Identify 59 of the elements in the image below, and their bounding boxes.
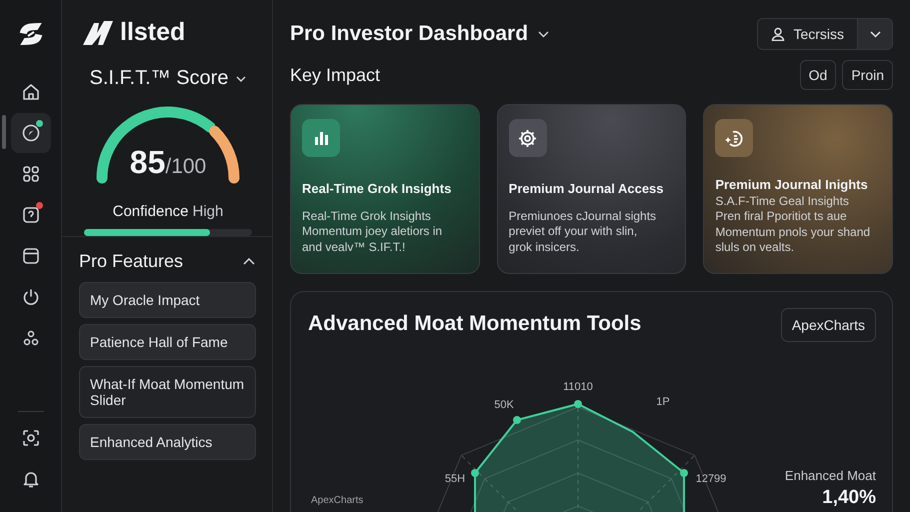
score-max: /100 (165, 155, 206, 179)
chevron-down-icon (870, 30, 880, 38)
chart-library-button[interactable]: ApexCharts (780, 308, 876, 342)
section-title: Pro Features (79, 251, 184, 272)
score-title: S.I.F.T.™ Score (90, 67, 228, 90)
user-button[interactable]: Tecrsiss (758, 19, 858, 49)
feature-item[interactable]: Patience Hall of Fame (79, 324, 256, 360)
card-text: S.A.F-Time Geal Insights Pren firal Pporitiot ts aue Momentum pnols your shand sluls on vealts. (715, 194, 872, 256)
bar-chart-icon (314, 132, 328, 144)
card-title: Real-Time Grok Insights (302, 181, 452, 196)
feature-item[interactable]: Enhanced Analytics (79, 424, 256, 460)
logo-icon (18, 22, 44, 46)
radar-point (513, 416, 521, 424)
confidence-value: High (192, 203, 224, 220)
filter-button[interactable]: Od (800, 60, 836, 90)
page-title: Pro Investor Dashboard (290, 22, 528, 46)
filter-button[interactable]: Proin (842, 60, 893, 90)
card-title: Premium Journal Access (508, 181, 665, 196)
chevron-down-icon[interactable] (538, 30, 550, 38)
section-title: Key Impact (290, 64, 380, 86)
compass-icon (22, 124, 40, 142)
chevron-down-icon (236, 76, 246, 82)
logo-icon (82, 20, 114, 46)
user-icon (771, 27, 786, 41)
axis-label: 12799 (696, 473, 726, 485)
score-value: 85 (130, 144, 166, 181)
feature-item[interactable]: What-If Moat Momentum Slider (79, 366, 256, 418)
axis-label: 55H (444, 473, 466, 485)
help-icon (22, 206, 40, 224)
archive-icon (22, 247, 40, 265)
radar-point (680, 469, 688, 477)
brand-name: llsted (120, 18, 186, 47)
radar-point (574, 400, 582, 408)
card-text: Premiunoes cJournal sights previet off your with slin, grok insicers. (508, 209, 658, 256)
dropdown-button[interactable] (858, 19, 892, 49)
radar-point (471, 469, 479, 477)
confidence-label: Confidence (112, 203, 189, 220)
axis-label: 11010 (563, 381, 593, 393)
axis-label: 50K (494, 399, 514, 411)
power-icon (22, 288, 40, 306)
card-title: Premium Journal Inights (715, 177, 869, 192)
feature-card[interactable]: Premium Journal Inights S.A.F-Time Geal Insights Pren firal Pporitiot ts aue Momentum pnols your shand sluls on vealts. (703, 104, 893, 274)
scan-icon (22, 429, 40, 447)
grid-icon (22, 165, 40, 183)
feature-card[interactable]: Real-Time Grok Insights Real-Time Grok Insights Momentum joey aletiors in and vealv™ S.IF.T.! (290, 104, 480, 274)
bell-icon (22, 470, 40, 488)
stat-label: Enhanced Moat (784, 468, 876, 483)
feature-card[interactable]: Premium Journal Access Premiunoes cJournal sights previet off your with slin, grok insicers. (496, 104, 686, 274)
chevron-up-icon[interactable] (243, 258, 255, 265)
panel-title: Advanced Moat Momentum Tools (308, 312, 642, 336)
stat-value: 1,40% (821, 487, 876, 509)
card-text: Real-Time Grok Insights Momentum joey aletiors in and vealv™ S.IF.T.! (302, 209, 444, 256)
feature-item[interactable]: My Oracle Impact (79, 282, 256, 318)
clock-sparkle-icon (724, 130, 742, 146)
gear-icon (518, 128, 538, 148)
nodes-icon (22, 329, 40, 347)
chart-credit: ApexCharts (311, 495, 364, 506)
axis-label: 1P (656, 396, 670, 408)
home-icon (22, 83, 40, 101)
